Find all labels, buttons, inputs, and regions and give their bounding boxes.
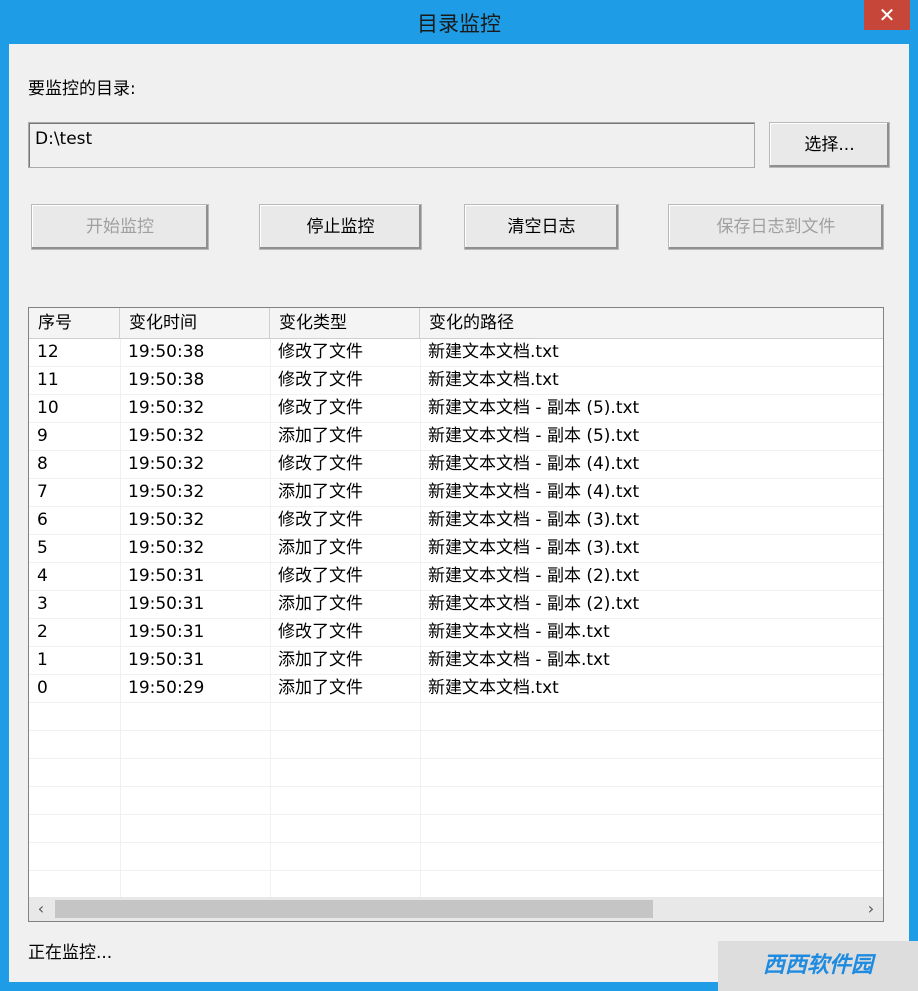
- cell-index: 0: [37, 678, 48, 698]
- cell-index: 11: [37, 370, 59, 390]
- cell-time: 19:50:29: [128, 678, 205, 698]
- cell-type: 添加了文件: [278, 538, 363, 558]
- cell-path: 新建文本文档 - 副本 (2).txt: [428, 566, 640, 586]
- empty-row: [29, 787, 883, 815]
- cell-time: 19:50:32: [128, 398, 205, 418]
- scrollbar-thumb[interactable]: [55, 900, 653, 918]
- table-row[interactable]: 8 19:50:32 修改了文件 新建文本文档 - 副本 (4).txt: [29, 451, 883, 479]
- cell-time: 19:50:32: [128, 510, 205, 530]
- cell-time: 19:50:31: [128, 622, 205, 642]
- column-header-type[interactable]: 变化类型: [270, 308, 420, 338]
- empty-row: [29, 731, 883, 759]
- cell-path: 新建文本文档 - 副本.txt: [428, 622, 610, 642]
- cell-type: 添加了文件: [278, 594, 363, 614]
- cell-path: 新建文本文档 - 副本 (5).txt: [428, 398, 640, 418]
- cell-index: 2: [37, 622, 48, 642]
- cell-type: 修改了文件: [278, 398, 363, 418]
- cell-type: 添加了文件: [278, 678, 363, 698]
- clear-log-button[interactable]: 清空日志: [464, 204, 619, 250]
- save-log-button[interactable]: 保存日志到文件: [668, 204, 884, 250]
- cell-type: 修改了文件: [278, 454, 363, 474]
- empty-row: [29, 843, 883, 871]
- table-row[interactable]: 1 19:50:31 添加了文件 新建文本文档 - 副本.txt: [29, 647, 883, 675]
- directory-field[interactable]: D:\test: [28, 122, 755, 168]
- cell-time: 19:50:31: [128, 650, 205, 670]
- cell-time: 19:50:32: [128, 482, 205, 502]
- cell-index: 9: [37, 426, 48, 446]
- empty-row: [29, 815, 883, 843]
- cell-path: 新建文本文档.txt: [428, 370, 559, 390]
- cell-index: 7: [37, 482, 48, 502]
- table-row[interactable]: 3 19:50:31 添加了文件 新建文本文档 - 副本 (2).txt: [29, 591, 883, 619]
- change-log-list[interactable]: 序号 变化时间 变化类型 变化的路径 12 19:50:38 修改了文件 新建文本文档…: [28, 307, 884, 922]
- title-bar[interactable]: 目录监控 ✕: [0, 0, 918, 44]
- column-header-index[interactable]: 序号: [29, 308, 120, 338]
- empty-row: [29, 759, 883, 787]
- cell-type: 添加了文件: [278, 482, 363, 502]
- cell-index: 3: [37, 594, 48, 614]
- table-row[interactable]: 5 19:50:32 添加了文件 新建文本文档 - 副本 (3).txt: [29, 535, 883, 563]
- column-header-time[interactable]: 变化时间: [120, 308, 270, 338]
- cell-type: 修改了文件: [278, 622, 363, 642]
- table-row[interactable]: 4 19:50:31 修改了文件 新建文本文档 - 副本 (2).txt: [29, 563, 883, 591]
- cell-index: 8: [37, 454, 48, 474]
- table-row[interactable]: 9 19:50:32 添加了文件 新建文本文档 - 副本 (5).txt: [29, 423, 883, 451]
- table-row[interactable]: 10 19:50:32 修改了文件 新建文本文档 - 副本 (5).txt: [29, 395, 883, 423]
- cell-time: 19:50:31: [128, 594, 205, 614]
- app-window: 目录监控 ✕ 要监控的目录: D:\test 选择... 开始监控 停止监控 清…: [0, 0, 918, 991]
- column-header-path[interactable]: 变化的路径: [420, 308, 883, 338]
- table-row[interactable]: 12 19:50:38 修改了文件 新建文本文档.txt: [29, 339, 883, 367]
- cell-type: 修改了文件: [278, 370, 363, 390]
- stop-monitor-button[interactable]: 停止监控: [259, 204, 422, 250]
- cell-type: 修改了文件: [278, 342, 363, 362]
- cell-time: 19:50:38: [128, 370, 205, 390]
- cell-path: 新建文本文档 - 副本 (3).txt: [428, 510, 640, 530]
- directory-label: 要监控的目录:: [28, 79, 136, 99]
- close-button[interactable]: ✕: [864, 0, 910, 30]
- list-header: 序号 变化时间 变化类型 变化的路径: [29, 308, 883, 339]
- cell-path: 新建文本文档.txt: [428, 678, 559, 698]
- choose-button[interactable]: 选择...: [769, 122, 890, 168]
- cell-type: 修改了文件: [278, 510, 363, 530]
- cell-path: 新建文本文档 - 副本 (5).txt: [428, 426, 640, 446]
- list-rows: 12 19:50:38 修改了文件 新建文本文档.txt 11 19:50:38 修改了文件…: [29, 339, 883, 899]
- table-row[interactable]: 2 19:50:31 修改了文件 新建文本文档 - 副本.txt: [29, 619, 883, 647]
- start-monitor-button[interactable]: 开始监控: [31, 204, 209, 250]
- cell-path: 新建文本文档 - 副本 (2).txt: [428, 594, 640, 614]
- table-row[interactable]: 0 19:50:29 添加了文件 新建文本文档.txt: [29, 675, 883, 703]
- table-row[interactable]: 11 19:50:38 修改了文件 新建文本文档.txt: [29, 367, 883, 395]
- cell-path: 新建文本文档 - 副本 (4).txt: [428, 482, 640, 502]
- cell-path: 新建文本文档 - 副本 (4).txt: [428, 454, 640, 474]
- status-text: 正在监控...: [28, 943, 113, 963]
- scroll-right-icon[interactable]: ›: [859, 897, 883, 921]
- cell-path: 新建文本文档 - 副本 (3).txt: [428, 538, 640, 558]
- cell-time: 19:50:31: [128, 566, 205, 586]
- cell-time: 19:50:32: [128, 538, 205, 558]
- cell-time: 19:50:32: [128, 454, 205, 474]
- horizontal-scrollbar[interactable]: ‹ ›: [29, 897, 883, 921]
- cell-time: 19:50:32: [128, 426, 205, 446]
- cell-index: 5: [37, 538, 48, 558]
- cell-index: 1: [37, 650, 48, 670]
- cell-type: 添加了文件: [278, 426, 363, 446]
- table-row[interactable]: 6 19:50:32 修改了文件 新建文本文档 - 副本 (3).txt: [29, 507, 883, 535]
- empty-row: [29, 703, 883, 731]
- cell-path: 新建文本文档 - 副本.txt: [428, 650, 610, 670]
- cell-index: 12: [37, 342, 59, 362]
- cell-type: 添加了文件: [278, 650, 363, 670]
- scroll-left-icon[interactable]: ‹: [29, 897, 53, 921]
- window-title: 目录监控: [417, 12, 501, 36]
- cell-index: 6: [37, 510, 48, 530]
- cell-index: 4: [37, 566, 48, 586]
- watermark-logo: 西西软件园: [718, 941, 918, 991]
- empty-row: [29, 871, 883, 899]
- cell-time: 19:50:38: [128, 342, 205, 362]
- cell-type: 修改了文件: [278, 566, 363, 586]
- cell-path: 新建文本文档.txt: [428, 342, 559, 362]
- table-row[interactable]: 7 19:50:32 添加了文件 新建文本文档 - 副本 (4).txt: [29, 479, 883, 507]
- cell-index: 10: [37, 398, 59, 418]
- client-area: 要监控的目录: D:\test 选择... 开始监控 停止监控 清空日志 保存日…: [9, 44, 909, 982]
